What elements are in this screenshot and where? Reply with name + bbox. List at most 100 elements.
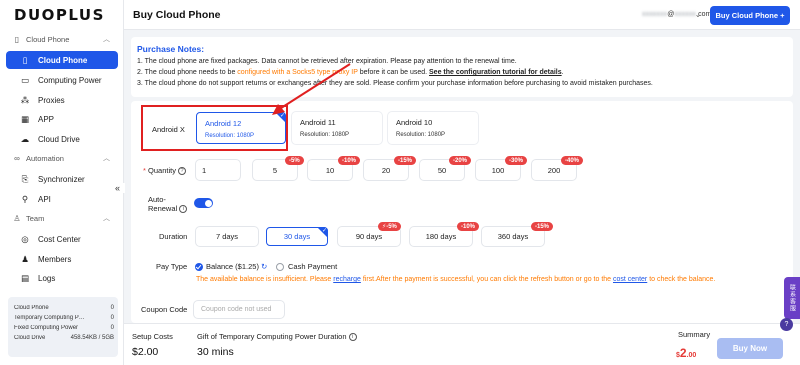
annotation-highlight-box — [141, 105, 288, 151]
setup-costs-value: $2.00 — [132, 346, 159, 358]
stat-value: 0 — [110, 305, 114, 311]
warning-text: The available balance is insufficient. P… — [196, 276, 334, 283]
note-text: . — [561, 69, 564, 76]
discount-badge: -15% — [531, 222, 554, 231]
sidebar-item-label: Members — [38, 254, 72, 264]
stat-label: Fixed Computing Power — [14, 325, 79, 331]
api-icon: ⚲ — [21, 193, 29, 204]
help-icon[interactable]: ? — [178, 167, 187, 176]
sidebar-item-cost-center[interactable]: ◎ Cost Center — [6, 230, 118, 248]
resource-stats-panel: Cloud Phone 0 Temporary Computing Po... 0 … — [8, 297, 118, 357]
discount-badge: -10% — [338, 156, 361, 165]
duration-label: Duration — [159, 232, 188, 241]
purchase-notes: Purchase Notes: 1. The cloud phone are f… — [131, 37, 793, 97]
cost-center-link[interactable]: cost center — [613, 276, 647, 283]
refresh-icon[interactable]: ↻ — [261, 262, 267, 271]
customer-service-tab[interactable]: 联系客服 — [784, 277, 800, 319]
help-icon[interactable]: i — [179, 205, 188, 214]
quantity-label-text: Quantity — [148, 166, 176, 175]
sidebar-item-api[interactable]: ⚲ API — [6, 190, 118, 208]
top-header: Buy Cloud Phone xxxxxxx@xxxxxx.com ⌄ Buy… — [124, 0, 800, 30]
pay-cash-label: Cash Payment — [288, 262, 338, 271]
nav-group-cloud-phone[interactable]: ▯ Cloud Phone ︿ — [0, 31, 124, 47]
stat-value: 0 — [110, 325, 114, 331]
collapse-sidebar-button[interactable]: « — [115, 183, 125, 193]
discount-badge: ⚡-5% — [378, 222, 401, 231]
sync-icon: ⎘ — [21, 173, 29, 184]
sidebar-item-proxies[interactable]: ⁂ Proxies — [6, 91, 118, 109]
members-icon: ♟ — [21, 253, 29, 264]
sidebar-item-cloud-phone[interactable]: ▯ Cloud Phone — [6, 51, 118, 69]
price-decimal: .00 — [686, 352, 697, 359]
os-option-android-10[interactable]: Android 10 Resolution: 1080P — [388, 112, 478, 144]
chevron-up-icon: ︿ — [103, 215, 110, 222]
sidebar-item-label: Computing Power — [38, 75, 102, 85]
page-title: Buy Cloud Phone — [133, 9, 221, 21]
monitor-icon: ▭ — [20, 74, 30, 85]
sidebar-item-cloud-drive[interactable]: ☁ Cloud Drive — [6, 130, 118, 148]
duration-option-selected[interactable]: 30 days ✓ — [266, 227, 328, 246]
os-resolution: Resolution: 1080P — [300, 132, 350, 138]
sidebar-item-logs[interactable]: ▤ Logs — [6, 269, 118, 287]
stat-value: 458.54KB / 5GB — [70, 335, 114, 341]
sidebar-item-label: Logs — [38, 273, 56, 283]
annotation-arrow-icon — [272, 63, 351, 115]
auto-renewal-toggle[interactable] — [194, 198, 213, 208]
summary-label: Summary — [678, 330, 711, 339]
proxy-icon: ⁂ — [20, 94, 30, 105]
chevron-down-icon[interactable]: ⌄ — [695, 11, 701, 19]
discount-badge: -40% — [561, 156, 584, 165]
price-integer: 2 — [679, 346, 687, 360]
os-resolution: Resolution: 1080P — [396, 132, 446, 138]
coupon-input[interactable]: Coupon code not used — [194, 301, 284, 318]
stat-row: Cloud Drive 458.54KB / 5GB — [14, 333, 114, 343]
sidebar-item-members[interactable]: ♟ Members — [6, 250, 118, 268]
duration-option[interactable]: 7 days — [196, 227, 258, 246]
warning-text: to check the balance. — [647, 276, 716, 283]
discount-badge: -20% — [449, 156, 472, 165]
user-email[interactable]: xxxxxxx@xxxxxx.com — [642, 11, 712, 18]
stat-row: Fixed Computing Power 0 — [14, 323, 114, 333]
sidebar-item-computing-power[interactable]: ▭ Computing Power — [6, 71, 118, 89]
sidebar: DUOPLUS ▯ Cloud Phone ︿ ▯ Cloud Phone ▭ … — [0, 0, 124, 365]
chevron-up-icon: ︿ — [103, 155, 110, 162]
config-tutorial-link[interactable]: See the configuration tutorial for detai… — [429, 69, 562, 76]
stat-value: 0 — [110, 315, 114, 321]
chevron-up-icon: ︿ — [103, 36, 110, 43]
sidebar-item-synchronizer[interactable]: ⎘ Synchronizer — [6, 170, 118, 188]
info-icon[interactable]: i — [348, 333, 357, 342]
sidebar-item-label: API — [38, 194, 51, 204]
auto-renewal-label-line: Renewal i — [148, 204, 188, 214]
sidebar-item-app[interactable]: ▦ APP — [6, 110, 118, 128]
sidebar-item-label: Proxies — [38, 95, 65, 105]
nav-group-team[interactable]: ♙ Team ︿ — [0, 210, 124, 226]
nav-group-label: Team — [26, 213, 45, 223]
note-line-3: 3. The cloud phone do not support return… — [137, 80, 653, 87]
discount-badge: -30% — [505, 156, 528, 165]
nav-group-automation[interactable]: ∞ Automation ︿ — [0, 150, 124, 166]
buy-now-button[interactable]: Buy Now — [717, 338, 783, 359]
sidebar-item-label: APP — [38, 114, 55, 124]
auto-renewal-label-text: Renewal — [148, 204, 178, 213]
logs-icon: ▤ — [20, 272, 30, 283]
summary-price: $2.00 — [676, 346, 696, 360]
buy-cloud-phone-button[interactable]: Buy Cloud Phone + — [710, 6, 790, 25]
note-text: before it can be used. — [357, 69, 430, 76]
cloud-icon: ☁ — [20, 133, 30, 144]
gift-label-text: Gift of Temporary Computing Power Durati… — [197, 332, 347, 341]
pay-balance-radio[interactable] — [195, 263, 203, 271]
brand-logo[interactable]: DUOPLUS — [14, 6, 105, 24]
stat-row: Cloud Phone 0 — [14, 303, 114, 313]
insufficient-balance-warning: The available balance is insufficient. P… — [196, 276, 715, 283]
notes-title: Purchase Notes: — [137, 44, 205, 54]
duration-label-text: 30 days — [283, 232, 311, 241]
help-circle-icon[interactable]: ? — [780, 318, 793, 331]
quantity-label: * Quantity ? — [143, 166, 187, 176]
pay-cash-radio[interactable] — [276, 263, 284, 271]
check-icon: ✓ — [321, 228, 327, 234]
discount-badge: -15% — [394, 156, 417, 165]
recharge-link[interactable]: recharge — [333, 276, 361, 283]
sidebar-item-label: Cloud Drive — [38, 134, 80, 144]
quantity-input[interactable]: 1 — [196, 160, 240, 180]
stat-label: Cloud Phone — [14, 305, 49, 311]
